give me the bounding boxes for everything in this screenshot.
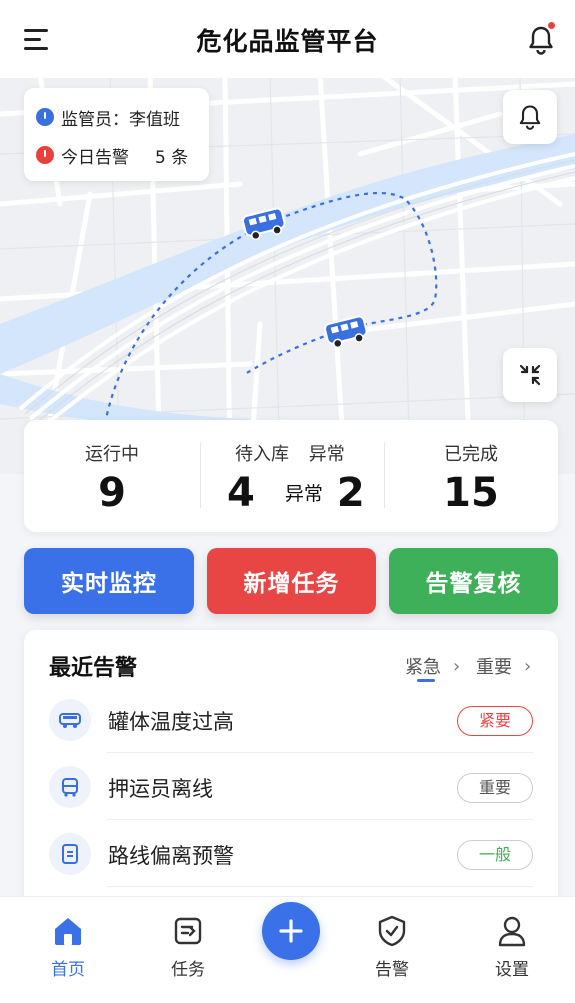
stat-completed-label: 已完成: [444, 444, 498, 465]
stat-abnormal-label: 异常: [308, 444, 345, 465]
realtime-monitor-button[interactable]: 实时监控: [24, 548, 194, 614]
stat-abnormal-value: 2: [336, 470, 365, 516]
stat-abnormal-inline-label: 异常: [284, 483, 323, 505]
collapse-icon: [519, 364, 541, 386]
alert-level-badge: 紧要: [457, 706, 533, 736]
alerts-today-row: 今日告警 5 条: [36, 142, 197, 168]
unread-dot: [547, 21, 556, 30]
filter-urgent[interactable]: 紧急 ›: [405, 653, 460, 679]
home-icon: [28, 911, 108, 951]
map-collapse-button[interactable]: [503, 348, 557, 402]
row-divider: [107, 886, 533, 887]
top-header: 危化品监管平台: [0, 0, 575, 78]
page-title: 危化品监管平台: [196, 27, 379, 56]
stat-completed-value: 15: [443, 470, 499, 516]
stat-completed[interactable]: 已完成 15: [384, 420, 558, 532]
alert-item[interactable]: 押运员离线 重要: [49, 753, 533, 820]
map-notify-button[interactable]: [503, 90, 557, 144]
supervisor-clock-icon: [36, 108, 54, 126]
supervisor-label: 监管员：李值班: [61, 109, 180, 130]
alert-level-badge: 重要: [457, 773, 533, 803]
tab-alert[interactable]: 告警: [352, 911, 432, 980]
stat-pending[interactable]: 待入库 异常 4 异常 2: [200, 420, 384, 532]
alert-level-badge: 一般: [457, 840, 533, 870]
plus-icon: [279, 919, 303, 943]
tab-settings[interactable]: 设置: [472, 911, 552, 980]
alerts-today-count: 5 条: [155, 147, 189, 168]
task-icon: [148, 911, 228, 951]
filter-urgent-label: 紧急: [405, 657, 441, 678]
stats-card: 运行中 9 待入库 异常 4 异常 2 已完成 15: [24, 420, 558, 532]
active-filter-indicator: [417, 679, 435, 682]
alert-item-text: 路线偏离预警: [108, 844, 234, 868]
document-icon: [49, 833, 91, 875]
shield-icon: [352, 911, 432, 951]
user-icon: [472, 911, 552, 951]
alert-item-text: 押运员离线: [108, 777, 213, 801]
vehicle-marker-1[interactable]: [240, 206, 288, 240]
add-fab-button[interactable]: [262, 902, 320, 960]
alert-item-text: 罐体温度过高: [108, 710, 234, 734]
stat-pending-value: 4: [227, 470, 255, 516]
tab-alert-label: 告警: [375, 960, 409, 980]
stat-running-value: 9: [98, 470, 126, 516]
stat-pending-label: 待入库: [235, 444, 289, 465]
vehicle-marker-2[interactable]: [322, 314, 370, 348]
alert-item[interactable]: 罐体温度过高 紧要: [49, 686, 533, 753]
tab-home[interactable]: 首页: [28, 911, 108, 980]
map-view[interactable]: 监管员：李值班 今日告警 5 条: [0, 74, 575, 474]
chevron-right-icon: ›: [524, 655, 532, 677]
stat-running[interactable]: 运行中 9: [24, 420, 200, 532]
alert-review-button[interactable]: 告警复核: [389, 548, 558, 614]
map-info-card: 监管员：李值班 今日告警 5 条: [24, 88, 209, 181]
tab-task-label: 任务: [171, 960, 205, 980]
filter-important[interactable]: 重要 ›: [476, 653, 531, 679]
chevron-right-icon: ›: [453, 655, 461, 677]
tab-home-label: 首页: [51, 960, 85, 980]
stat-running-label: 运行中: [85, 444, 139, 465]
bell-icon: [519, 105, 541, 130]
stat-pending-label-group: 待入库 异常: [200, 440, 384, 466]
tanker-icon: [49, 699, 91, 741]
recent-alerts-title: 最近告警: [49, 656, 138, 681]
tab-settings-label: 设置: [495, 960, 529, 980]
filter-important-label: 重要: [476, 657, 512, 678]
escort-icon: [49, 766, 91, 808]
tab-task[interactable]: 任务: [148, 911, 228, 980]
stat-pending-value-group: 4 异常 2: [200, 470, 384, 517]
app-page: 危化品监管平台 监管员：李值班 今日告警 5 条 运行中 9 待入库 异常 4 …: [0, 0, 575, 1003]
alert-fire-icon: [36, 146, 54, 164]
new-task-button[interactable]: 新增任务: [207, 548, 376, 614]
supervisor-row: 监管员：李值班: [36, 104, 197, 130]
alert-item[interactable]: 路线偏离预警 一般: [49, 820, 533, 887]
recent-alerts-panel: 最近告警 紧急 › 重要 › 罐体温度过高 紧要 押运员离线 重要 路线偏离预警…: [24, 630, 558, 930]
alerts-today-label: 今日告警: [61, 147, 129, 168]
